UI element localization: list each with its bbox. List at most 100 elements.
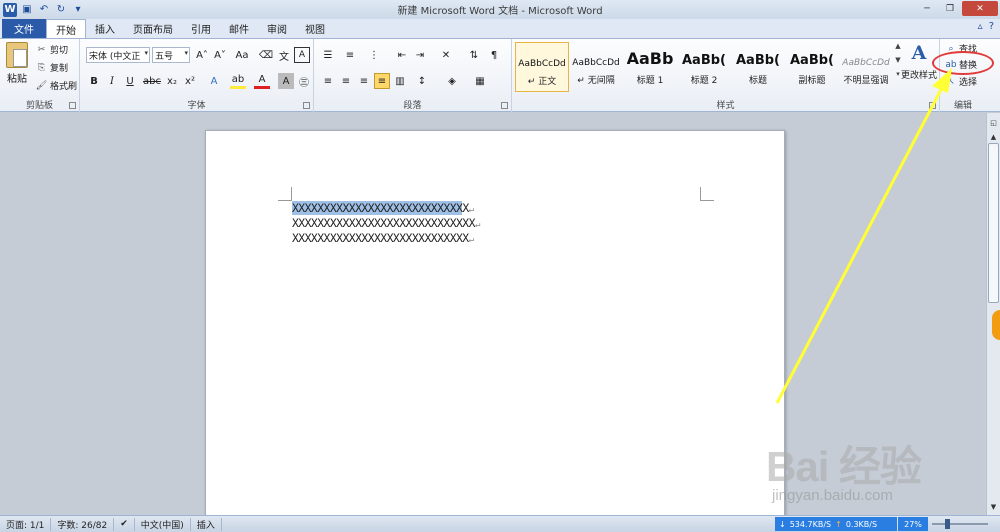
upload-icon: ↑ [835,519,842,529]
minimize-ribbon-icon[interactable]: ▵ [978,21,983,32]
character-shading-icon[interactable]: A [278,73,294,89]
bullets-icon[interactable]: ☰ [320,47,336,63]
clear-formatting-icon[interactable]: ⌫ [258,47,274,63]
minimize-icon[interactable]: ─ [916,1,938,16]
quick-access-toolbar: W ▣ ↶ ↻ ▾ [0,2,85,17]
ruler-toggle-icon[interactable]: ◱ [987,117,1000,129]
align-left-icon[interactable]: ≡ [320,73,336,89]
decrease-indent-icon[interactable]: ⇤ [394,47,410,63]
copy-icon: ⎘ [37,62,46,73]
chevron-up-icon[interactable]: ▲ [895,42,900,50]
phonetic-guide-icon[interactable]: 文 [276,47,292,63]
align-right-icon[interactable]: ≡ [356,73,372,89]
scroll-thumb[interactable] [988,143,999,303]
styles-launcher-icon[interactable] [929,102,936,109]
tab-page-layout[interactable]: 页面布局 [124,19,182,38]
style-title[interactable]: AaBb( 标题 [731,42,785,92]
select-button[interactable]: ↖ 选择 [945,75,977,89]
ribbon: 粘贴 ✂ 剪切 ⎘ 复制 🖌 格式刷 剪贴板 宋体 (中文正 ▾ 五号 ▾ A˄ A… [0,38,1000,112]
margin-corner [278,187,292,201]
style-heading-1[interactable]: AaBb 标题 1 [623,42,677,92]
style-label: 标题 1 [636,76,664,86]
style-normal[interactable]: AaBbCcDd ↵ 正文 [515,42,569,92]
status-language[interactable]: 中文(中国) [135,517,191,531]
show-marks-icon[interactable]: ¶ [486,47,502,63]
paragraph-launcher-icon[interactable] [501,102,508,109]
tab-insert[interactable]: 插入 [86,19,124,38]
zoom-level[interactable]: 27% [898,517,928,531]
document-line[interactable]: XXXXXXXXXXXXXXXXXXXXXXXXXXXX↵ [292,231,474,245]
change-styles-button[interactable]: A 更改样式 [901,42,937,92]
tab-review[interactable]: 审阅 [258,19,296,38]
style-no-spacing[interactable]: AaBbCcDd ↵ 无间隔 [569,42,623,92]
format-painter-button[interactable]: 🖌 格式刷 [35,79,77,93]
zoom-slider-knob[interactable] [945,519,950,529]
chevron-down-icon[interactable]: ▼ [895,56,900,64]
tab-view[interactable]: 视图 [296,19,334,38]
text-effects-icon[interactable]: A [206,73,222,89]
font-name-combo[interactable]: 宋体 (中文正 ▾ [86,47,150,63]
word-app-icon[interactable]: W [3,2,17,17]
document-line[interactable]: XXXXXXXXXXXXXXXXXXXXXXXXXXXX↵ [292,201,474,215]
shading-icon[interactable]: ◈ [444,73,460,89]
line-spacing-icon[interactable]: ↕ [414,73,430,89]
tab-references[interactable]: 引用 [182,19,220,38]
proofing-icon[interactable]: ✔ [114,517,135,531]
style-subtle-emphasis[interactable]: AaBbCcDd 不明显强调 [839,42,893,92]
chinese-layout-icon[interactable]: ✕ [438,47,454,63]
clipboard-launcher-icon[interactable] [69,102,76,109]
tab-mailings[interactable]: 邮件 [220,19,258,38]
restore-icon[interactable]: ❐ [939,1,961,16]
window-controls: ─ ❐ ✕ [916,1,998,16]
borders-icon[interactable]: ▦ [472,73,488,89]
zoom-slider[interactable] [932,523,988,525]
distributed-icon[interactable]: ▥ [392,73,408,89]
grow-font-icon[interactable]: A˄ [194,47,210,63]
status-words[interactable]: 字数: 26/82 [51,517,115,531]
selected-text[interactable]: XXXXXXXXXXXXXXXXXXXXXXXXXXX [292,201,463,215]
help-icon[interactable]: ? [989,21,994,32]
more-styles-icon[interactable]: ▾ [896,70,900,78]
redo-icon[interactable]: ↻ [54,3,68,17]
enclose-characters-icon[interactable]: ㊂ [296,73,312,89]
strikethrough-icon[interactable]: abc [143,73,161,89]
document-page[interactable]: XXXXXXXXXXXXXXXXXXXXXXXXXXXX↵ XXXXXXXXXX… [205,130,785,520]
sort-icon[interactable]: ⇅ [466,47,482,63]
styles-gallery: AaBbCcDd ↵ 正文 AaBbCcDd ↵ 无间隔 AaBb 标题 1 A… [515,42,893,94]
increase-indent-icon[interactable]: ⇥ [412,47,428,63]
justify-icon[interactable]: ≡ [374,73,390,89]
cut-button[interactable]: ✂ 剪切 [36,43,68,57]
bold-icon[interactable]: B [86,73,102,89]
chevron-up-icon[interactable]: ▲ [987,131,1000,143]
font-launcher-icon[interactable] [303,102,310,109]
paste-button[interactable]: 粘贴 [4,42,30,92]
floating-widget[interactable] [992,310,1000,340]
character-border-icon[interactable]: A [294,47,310,63]
change-case-icon[interactable]: Aa [234,47,250,63]
highlight-icon[interactable]: ab [230,73,246,89]
tab-home[interactable]: 开始 [46,19,86,38]
align-center-icon[interactable]: ≡ [338,73,354,89]
style-subtitle[interactable]: AaBb( 副标题 [785,42,839,92]
undo-icon[interactable]: ↶ [37,3,51,17]
status-mode[interactable]: 插入 [191,517,222,531]
numbering-icon[interactable]: ≡ [342,47,358,63]
subscript-icon[interactable]: x₂ [164,73,180,89]
style-heading-2[interactable]: AaBb( 标题 2 [677,42,731,92]
paragraph-group: ☰ ≡ ⋮ ⇤ ⇥ ✕ ⇅ ¶ ≡ ≡ ≡ ≡ ▥ ↕ ◈ ▦ 段落 [314,39,512,112]
close-icon[interactable]: ✕ [962,1,998,16]
tab-file[interactable]: 文件 [2,19,46,38]
italic-icon[interactable]: I [104,73,120,89]
font-color-icon[interactable]: A [254,73,270,89]
save-icon[interactable]: ▣ [20,3,34,17]
status-page[interactable]: 页面: 1/1 [0,517,52,531]
multilevel-list-icon[interactable]: ⋮ [366,47,382,63]
shrink-font-icon[interactable]: A˅ [212,47,228,63]
brush-icon: 🖌 [35,80,48,91]
copy-button[interactable]: ⎘ 复制 [36,61,68,75]
customize-quick-access-icon[interactable]: ▾ [71,3,85,17]
superscript-icon[interactable]: x² [182,73,198,89]
font-size-combo[interactable]: 五号 ▾ [152,47,190,63]
document-line[interactable]: XXXXXXXXXXXXXXXXXXXXXXXXXXXXX↵ [292,216,480,230]
underline-icon[interactable]: U [122,73,138,89]
